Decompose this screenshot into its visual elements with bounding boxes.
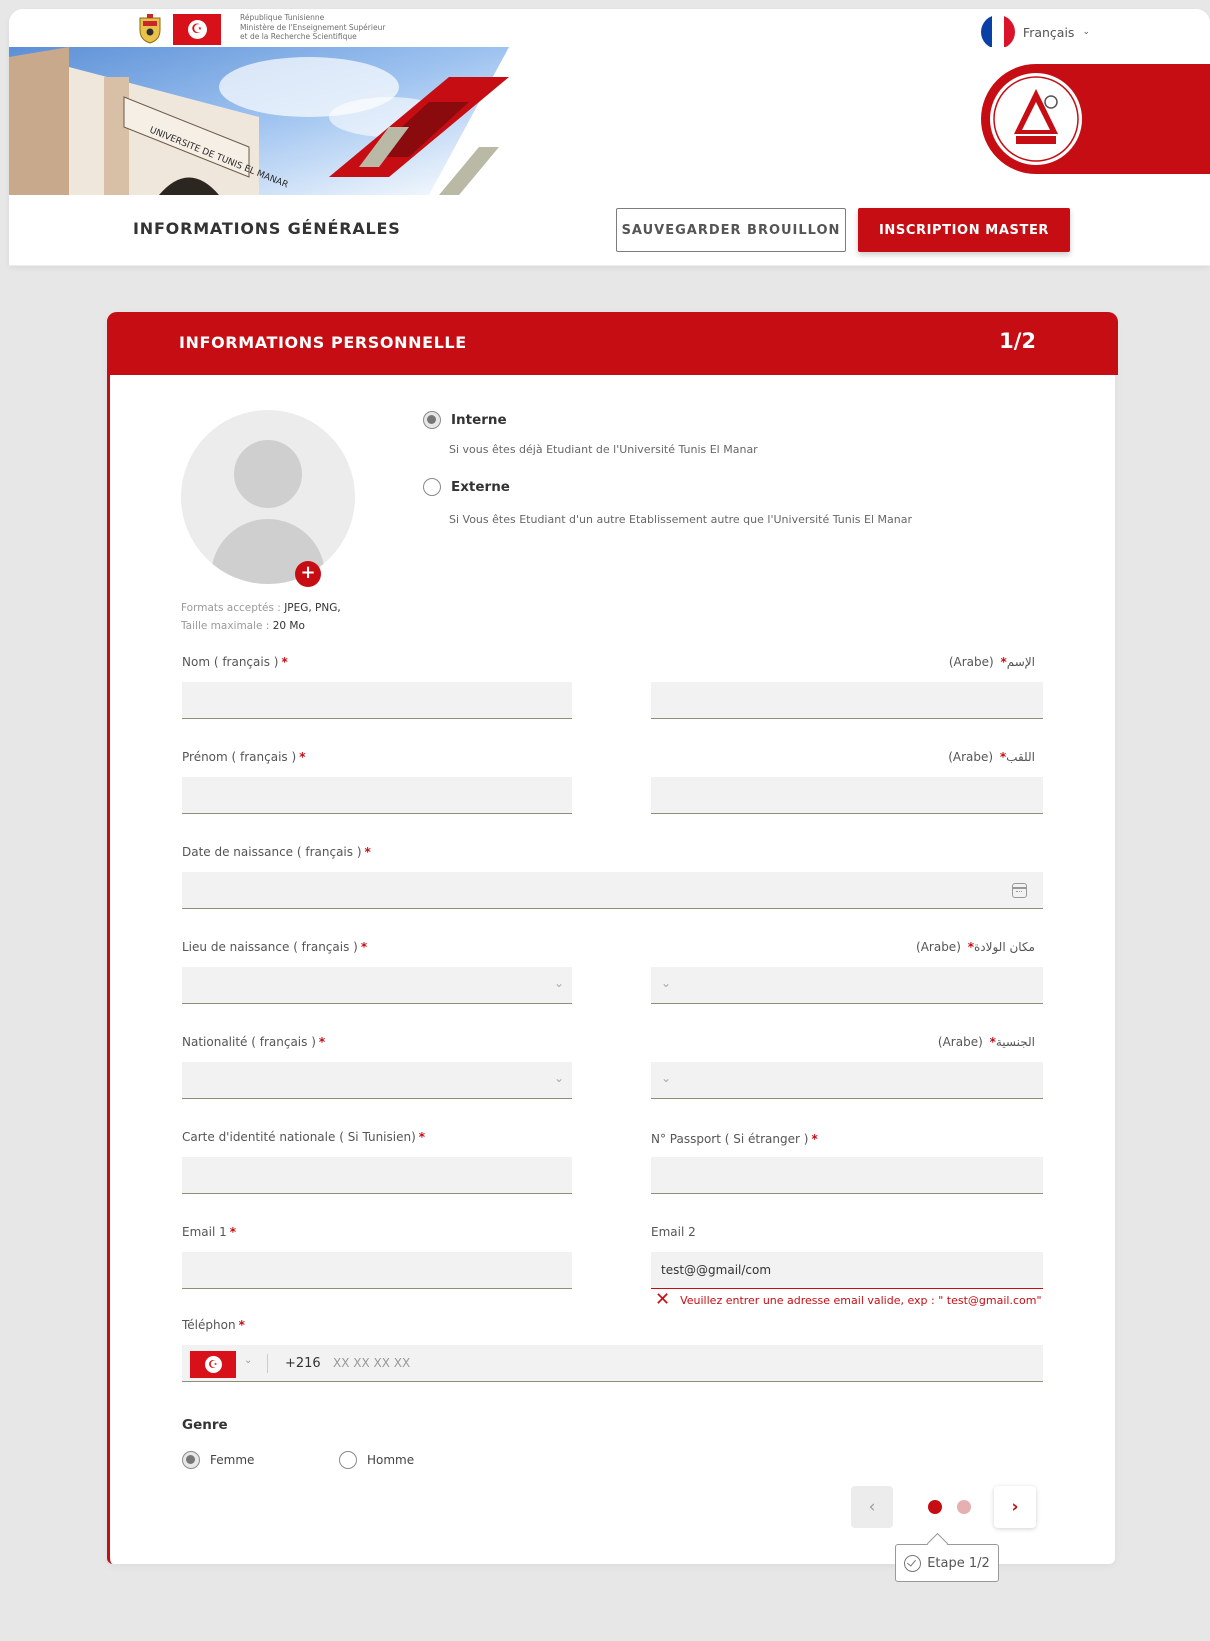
prenom-fr-input[interactable]	[182, 777, 572, 814]
previous-step-button[interactable]: ‹	[851, 1486, 893, 1528]
avatar-head-icon	[234, 440, 302, 508]
university-logo	[946, 64, 1210, 174]
language-selector[interactable]: Français ⌄	[980, 15, 1090, 49]
divider	[267, 1354, 268, 1373]
step-dot-active[interactable]	[928, 1500, 942, 1514]
externe-description: Si Vous êtes Etudiant d'un autre Etablis…	[449, 513, 912, 526]
email2-input[interactable]: test@@gmail/com	[651, 1252, 1043, 1289]
nom-fr-input[interactable]	[182, 682, 572, 719]
personal-info-card: INFORMATIONS PERSONNELLE 1/2 + Formats a…	[107, 312, 1118, 1564]
lieu-fr-select[interactable]: ⌄	[182, 967, 572, 1004]
email2-label: Email 2	[651, 1225, 696, 1239]
chevron-down-icon: ⌄	[553, 976, 564, 990]
step-pager: ‹ ›	[851, 1486, 1089, 1534]
lieu-ar-select[interactable]: ⌄	[651, 967, 1043, 1004]
phone-placeholder: XX XX XX XX	[333, 1356, 411, 1370]
card-header: INFORMATIONS PERSONNELLE 1/2	[107, 312, 1118, 375]
radio-interne[interactable]: Interne	[423, 411, 507, 429]
france-flag-icon	[980, 15, 1015, 49]
chevron-down-icon: ⌄	[244, 1355, 253, 1366]
telephone-input[interactable]: ☪ ⌄ +216 XX XX XX XX	[182, 1345, 1043, 1382]
chevron-down-icon: ⌄	[661, 1071, 672, 1085]
chevron-down-icon: ⌄	[1082, 27, 1090, 37]
add-photo-button[interactable]: +	[295, 561, 321, 587]
phone-country-code: +216	[285, 1356, 321, 1371]
genre-title: Genre	[182, 1417, 228, 1433]
nationalite-fr-select[interactable]: ⌄	[182, 1062, 572, 1099]
radio-selected-icon	[182, 1451, 200, 1469]
nationalite-ar-label: (Arabe) *الجنسية	[937, 1035, 1035, 1049]
prenom-ar-input[interactable]	[651, 777, 1043, 814]
email1-input[interactable]	[182, 1252, 572, 1289]
save-draft-button[interactable]: SAUVEGARDER BROUILLON	[616, 208, 846, 252]
email2-value: test@@gmail/com	[661, 1263, 772, 1277]
page-header: INFORMATIONS GÉNÉRALES SAUVEGARDER BROUI…	[9, 195, 1210, 266]
email1-label: Email 1 *	[182, 1225, 237, 1239]
card-title: INFORMATIONS PERSONNELLE	[179, 333, 467, 352]
top-header-card: ☪ République Tunisienne Ministère de l'E…	[9, 9, 1210, 266]
nationalite-ar-select[interactable]: ⌄	[651, 1062, 1043, 1099]
page-title: INFORMATIONS GÉNÉRALES	[133, 219, 401, 238]
radio-externe[interactable]: Externe	[423, 478, 510, 496]
language-label: Français	[1022, 24, 1075, 40]
prenom-ar-label: (Arabe) *اللقب	[948, 750, 1035, 764]
lieu-ar-label: (Arabe) *مكان الولادة	[916, 940, 1035, 954]
nationalite-fr-label: Nationalité ( français ) *	[182, 1035, 326, 1049]
error-x-icon: ✕	[655, 1289, 671, 1310]
tunisia-flag-icon: ☪	[173, 14, 221, 45]
logo-badge-icon	[981, 64, 1210, 174]
lieu-fr-label: Lieu de naissance ( français ) *	[182, 940, 368, 954]
photo-formats-info: Formats acceptés : JPEG, PNG, Taille max…	[181, 602, 341, 632]
telephone-label: Téléphon *	[182, 1318, 245, 1332]
chevron-down-icon: ⌄	[661, 976, 672, 990]
radio-selected-icon	[423, 411, 441, 429]
step-dot-inactive[interactable]	[957, 1500, 971, 1514]
inscription-master-button[interactable]: INSCRIPTION MASTER	[858, 208, 1070, 252]
next-step-button[interactable]: ›	[994, 1486, 1036, 1528]
radio-unselected-icon	[339, 1451, 357, 1469]
nom-ar-input[interactable]	[651, 682, 1043, 719]
radio-femme[interactable]: Femme	[182, 1451, 254, 1469]
government-text: République Tunisienne Ministère de l'Ens…	[240, 13, 386, 41]
nom-fr-label: Nom ( français ) *	[182, 655, 288, 669]
check-circle-icon	[904, 1554, 922, 1572]
nom-ar-label: (Arabe) *الإسم	[948, 655, 1035, 669]
cin-input[interactable]	[182, 1157, 572, 1194]
chevron-down-icon: ⌄	[553, 1071, 564, 1085]
date-naissance-label: Date de naissance ( français ) *	[182, 845, 371, 859]
country-flag-select[interactable]: ☪	[190, 1351, 236, 1378]
tunisia-emblem-icon	[139, 14, 161, 44]
banner: UNIVERSITE DE TUNIS EL MANAR	[9, 47, 1210, 195]
step-tooltip: Etape 1/2	[895, 1544, 999, 1582]
passport-input[interactable]	[651, 1157, 1043, 1194]
calendar-icon[interactable]	[1012, 883, 1027, 898]
radio-unselected-icon	[423, 478, 441, 496]
avatar-upload[interactable]	[181, 410, 355, 584]
passport-label: N° Passport ( Si étranger ) *	[651, 1132, 818, 1146]
date-naissance-input[interactable]	[182, 872, 1043, 909]
government-bar: ☪ République Tunisienne Ministère de l'E…	[9, 9, 1210, 49]
email2-error: ✕ Veuillez entrer une adresse email vali…	[655, 1289, 1042, 1310]
interne-description: Si vous êtes déjà Etudiant de l'Universi…	[449, 443, 758, 456]
prenom-fr-label: Prénom ( français ) *	[182, 750, 306, 764]
card-step: 1/2	[999, 329, 1036, 353]
cin-label: Carte d'identité nationale ( Si Tunisien…	[182, 1130, 426, 1144]
radio-homme[interactable]: Homme	[339, 1451, 414, 1469]
